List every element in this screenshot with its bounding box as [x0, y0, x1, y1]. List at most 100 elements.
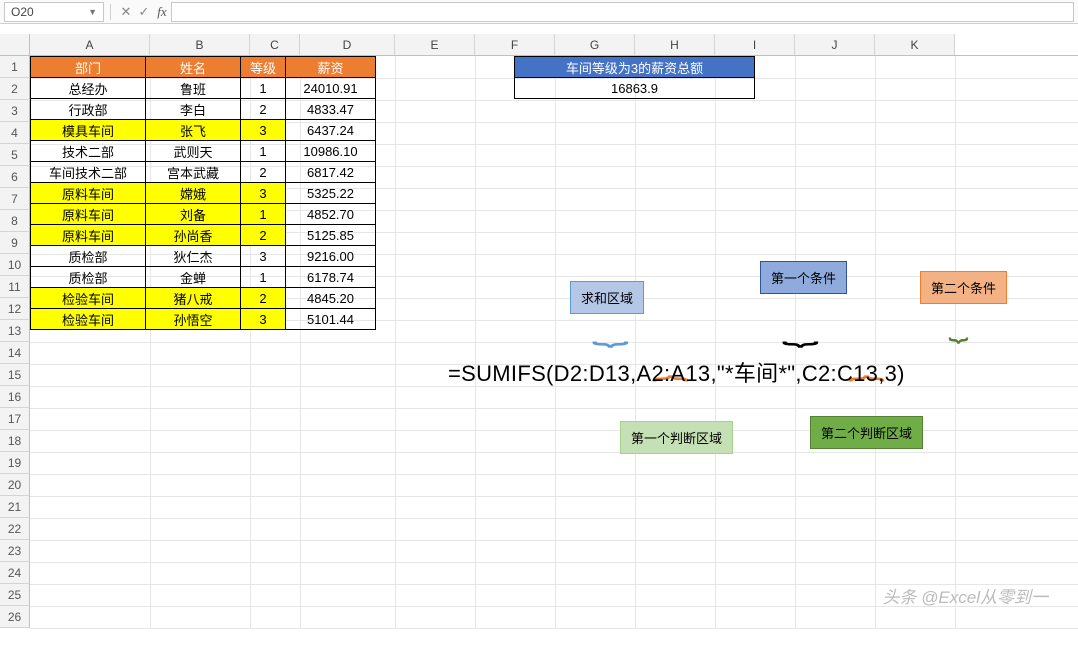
cell-salary[interactable]: 5125.85: [286, 225, 376, 246]
cell-level[interactable]: 1: [241, 267, 286, 288]
cell-level[interactable]: 2: [241, 225, 286, 246]
name-box[interactable]: O20 ▼: [4, 2, 104, 22]
row-header-24[interactable]: 24: [0, 562, 30, 584]
cell-level[interactable]: 2: [241, 99, 286, 120]
row-header-26[interactable]: 26: [0, 606, 30, 628]
cell-dept[interactable]: 检验车间: [31, 309, 146, 330]
cell-dept[interactable]: 质检部: [31, 267, 146, 288]
col-header-E[interactable]: E: [395, 34, 475, 55]
cell-name[interactable]: 鲁班: [146, 78, 241, 99]
row-header-15[interactable]: 15: [0, 364, 30, 386]
cell-salary[interactable]: 6178.74: [286, 267, 376, 288]
cell-level[interactable]: 1: [241, 141, 286, 162]
cancel-icon[interactable]: ✕: [117, 4, 135, 20]
row-header-22[interactable]: 22: [0, 518, 30, 540]
col-header-K[interactable]: K: [875, 34, 955, 55]
cell-dept[interactable]: 原料车间: [31, 204, 146, 225]
cell-level[interactable]: 1: [241, 78, 286, 99]
row-header-11[interactable]: 11: [0, 276, 30, 298]
cell-dept[interactable]: 质检部: [31, 246, 146, 267]
col-header-A[interactable]: A: [30, 34, 150, 55]
summary-box: 车间等级为3的薪资总额 16863.9: [514, 56, 755, 99]
cell-grid[interactable]: 部门 姓名 等级 薪资 总经办 鲁班 1 24010.91 行政部 李白 2 4…: [30, 56, 1078, 628]
col-header-I[interactable]: I: [715, 34, 795, 55]
cell-salary[interactable]: 6437.24: [286, 120, 376, 141]
cell-dept[interactable]: 技术二部: [31, 141, 146, 162]
cell-name[interactable]: 狄仁杰: [146, 246, 241, 267]
cell-salary[interactable]: 4833.47: [286, 99, 376, 120]
cell-level[interactable]: 1: [241, 204, 286, 225]
col-header-D[interactable]: D: [300, 34, 395, 55]
row-header-5[interactable]: 5: [0, 144, 30, 166]
row-header-23[interactable]: 23: [0, 540, 30, 562]
cell-name[interactable]: 张飞: [146, 120, 241, 141]
col-header-G[interactable]: G: [555, 34, 635, 55]
row-header-4[interactable]: 4: [0, 122, 30, 144]
cell-name[interactable]: 宫本武藏: [146, 162, 241, 183]
cell-salary[interactable]: 9216.00: [286, 246, 376, 267]
row-header-16[interactable]: 16: [0, 386, 30, 408]
row-header-2[interactable]: 2: [0, 78, 30, 100]
cell-dept[interactable]: 原料车间: [31, 183, 146, 204]
chevron-down-icon[interactable]: ▼: [88, 3, 97, 21]
cell-dept[interactable]: 总经办: [31, 78, 146, 99]
row-header-10[interactable]: 10: [0, 254, 30, 276]
row-header-6[interactable]: 6: [0, 166, 30, 188]
row-header-1[interactable]: 1: [0, 56, 30, 78]
row-header-19[interactable]: 19: [0, 452, 30, 474]
header-name[interactable]: 姓名: [146, 57, 241, 78]
cell-level[interactable]: 3: [241, 120, 286, 141]
summary-title[interactable]: 车间等级为3的薪资总额: [515, 57, 755, 78]
cell-dept[interactable]: 检验车间: [31, 288, 146, 309]
cell-salary[interactable]: 24010.91: [286, 78, 376, 99]
row-header-20[interactable]: 20: [0, 474, 30, 496]
row-header-13[interactable]: 13: [0, 320, 30, 342]
cell-salary[interactable]: 4852.70: [286, 204, 376, 225]
row-header-18[interactable]: 18: [0, 430, 30, 452]
select-all-corner[interactable]: [0, 34, 30, 55]
cell-level[interactable]: 3: [241, 309, 286, 330]
header-salary[interactable]: 薪资: [286, 57, 376, 78]
row-header-12[interactable]: 12: [0, 298, 30, 320]
cell-salary[interactable]: 5325.22: [286, 183, 376, 204]
row-header-3[interactable]: 3: [0, 100, 30, 122]
cell-name[interactable]: 金蝉: [146, 267, 241, 288]
header-level[interactable]: 等级: [241, 57, 286, 78]
cell-name[interactable]: 孙尚香: [146, 225, 241, 246]
cell-salary[interactable]: 4845.20: [286, 288, 376, 309]
col-header-B[interactable]: B: [150, 34, 250, 55]
col-header-C[interactable]: C: [250, 34, 300, 55]
fx-icon[interactable]: fx: [153, 4, 171, 20]
cell-level[interactable]: 2: [241, 162, 286, 183]
row-header-14[interactable]: 14: [0, 342, 30, 364]
cell-name[interactable]: 猪八戒: [146, 288, 241, 309]
cell-level[interactable]: 3: [241, 246, 286, 267]
col-header-H[interactable]: H: [635, 34, 715, 55]
cell-dept[interactable]: 原料车间: [31, 225, 146, 246]
enter-icon[interactable]: ✓: [135, 4, 153, 20]
formula-input[interactable]: [171, 2, 1074, 22]
cell-name[interactable]: 李白: [146, 99, 241, 120]
summary-value[interactable]: 16863.9: [515, 78, 755, 99]
col-header-J[interactable]: J: [795, 34, 875, 55]
cell-level[interactable]: 3: [241, 183, 286, 204]
cell-dept[interactable]: 行政部: [31, 99, 146, 120]
cell-name[interactable]: 嫦娥: [146, 183, 241, 204]
cell-dept[interactable]: 车间技术二部: [31, 162, 146, 183]
row-header-8[interactable]: 8: [0, 210, 30, 232]
cell-salary[interactable]: 10986.10: [286, 141, 376, 162]
cell-dept[interactable]: 模具车间: [31, 120, 146, 141]
row-header-7[interactable]: 7: [0, 188, 30, 210]
header-dept[interactable]: 部门: [31, 57, 146, 78]
cell-level[interactable]: 2: [241, 288, 286, 309]
cell-name[interactable]: 武则天: [146, 141, 241, 162]
cell-name[interactable]: 刘备: [146, 204, 241, 225]
cell-name[interactable]: 孙悟空: [146, 309, 241, 330]
cell-salary[interactable]: 6817.42: [286, 162, 376, 183]
cell-salary[interactable]: 5101.44: [286, 309, 376, 330]
row-header-25[interactable]: 25: [0, 584, 30, 606]
col-header-F[interactable]: F: [475, 34, 555, 55]
row-header-21[interactable]: 21: [0, 496, 30, 518]
row-header-9[interactable]: 9: [0, 232, 30, 254]
row-header-17[interactable]: 17: [0, 408, 30, 430]
